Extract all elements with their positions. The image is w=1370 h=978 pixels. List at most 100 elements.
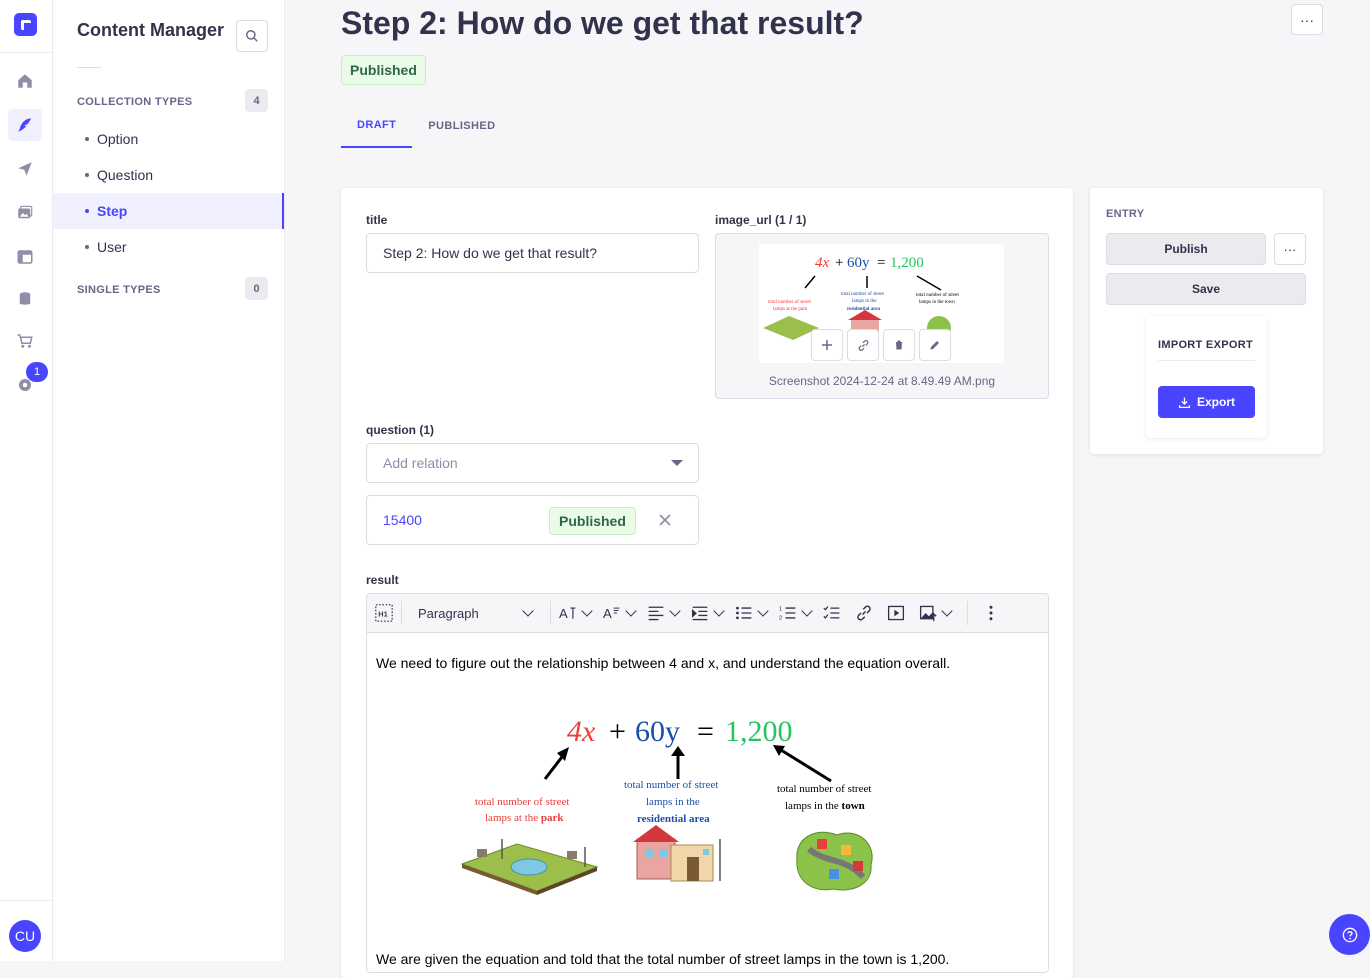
help-button[interactable] <box>1329 914 1370 955</box>
svg-text:lamps in the: lamps in the <box>852 299 877 304</box>
page-title: Step 2: How do we get that result? <box>341 5 864 41</box>
delete-asset-button[interactable] <box>883 329 915 361</box>
content-manager-subnav: Content Manager COLLECTION TYPES 4 Optio… <box>53 0 285 961</box>
image-filename: Screenshot 2024-12-24 at 8.49.49 AM.png <box>768 374 996 388</box>
download-icon <box>1178 397 1191 408</box>
image-actions <box>811 329 951 361</box>
block-type-select[interactable]: Paragraph <box>406 594 546 633</box>
numbered-list-button[interactable]: 12 <box>775 594 819 633</box>
add-relation-select[interactable]: Add relation <box>366 443 699 483</box>
editor-toolbar: H1 Paragraph A A 12 <box>367 594 1048 633</box>
chevron-down-icon <box>713 605 725 617</box>
block-type-value: Paragraph <box>418 605 479 621</box>
strapi-logo[interactable] <box>14 13 37 36</box>
result-field-label: result <box>366 573 399 587</box>
park-label-line2: lamps at the park <box>485 812 564 824</box>
export-button[interactable]: Export <box>1158 386 1255 418</box>
equation-term-4x: 4x <box>567 715 596 748</box>
toolbar-divider <box>401 601 402 625</box>
chevron-down-icon <box>581 605 593 617</box>
add-asset-button[interactable] <box>811 329 843 361</box>
image-field-label: image_url (1 / 1) <box>715 213 807 227</box>
font-size-button[interactable]: A <box>555 594 599 633</box>
import-export-divider <box>1158 360 1255 361</box>
nav-item-question[interactable]: Question <box>53 157 284 193</box>
svg-text:A: A <box>603 606 612 621</box>
edit-asset-button[interactable] <box>919 329 951 361</box>
align-button[interactable] <box>643 594 687 633</box>
heading-toggle-button[interactable]: H1 <box>367 594 397 633</box>
nav-item-label: Question <box>97 167 154 183</box>
insert-link-button[interactable] <box>845 594 877 633</box>
subnav-divider <box>77 67 101 68</box>
editor-paragraph[interactable]: We are given the equation and told that … <box>376 951 949 967</box>
subnav-search-button[interactable] <box>236 20 268 52</box>
rail-divider <box>0 52 53 53</box>
relation-item: 15400 Published <box>366 495 699 545</box>
svg-text:lamps in the town: lamps in the town <box>919 300 955 305</box>
home-icon[interactable] <box>8 65 42 97</box>
bullet-list-button[interactable] <box>731 594 775 633</box>
nav-item-step[interactable]: Step <box>53 193 284 229</box>
caret-down-icon[interactable] <box>671 460 683 466</box>
search-icon <box>246 30 258 42</box>
bullet-icon <box>85 209 89 213</box>
video-icon <box>887 605 905 621</box>
nav-item-label: Step <box>97 203 128 219</box>
single-types-heading[interactable]: SINGLE TYPES <box>77 284 161 296</box>
image-upload-icon <box>919 605 937 622</box>
header-more-button[interactable]: ··· <box>1291 4 1323 35</box>
residential-arrow <box>671 746 685 779</box>
toolbar-divider <box>550 601 551 625</box>
svg-text:total number of street: total number of street <box>916 293 960 298</box>
publish-button[interactable]: Publish <box>1106 233 1266 265</box>
svg-text:H1: H1 <box>378 609 387 618</box>
checklist-button[interactable] <box>819 594 845 633</box>
checklist-icon <box>823 606 840 619</box>
editor-paragraph[interactable]: We need to figure out the relationship b… <box>376 655 950 671</box>
layout-icon[interactable] <box>8 241 42 273</box>
equation-equals: = <box>697 715 714 748</box>
plus-icon <box>822 340 832 350</box>
cart-icon[interactable] <box>8 325 42 357</box>
residential-label-line1: total number of street <box>624 779 718 791</box>
close-icon[interactable] <box>657 512 673 528</box>
svg-text:=: = <box>877 255 885 271</box>
collection-types-heading[interactable]: COLLECTION TYPES <box>77 96 192 108</box>
indent-button[interactable] <box>687 594 731 633</box>
equation-total: 1,200 <box>725 715 793 748</box>
text-size-icon: A <box>559 606 576 621</box>
database-icon[interactable] <box>8 283 42 315</box>
rich-text-editor: H1 Paragraph A A 12 We need to figure ou… <box>366 593 1049 973</box>
user-avatar[interactable]: CU <box>9 920 41 952</box>
tab-published[interactable]: PUBLISHED <box>412 104 511 148</box>
svg-text:A: A <box>559 606 568 621</box>
relation-link[interactable]: 15400 <box>383 512 422 528</box>
send-icon[interactable] <box>8 153 42 185</box>
toolbar-divider <box>967 601 968 625</box>
nav-item-user[interactable]: User <box>53 229 284 265</box>
kebab-icon <box>989 605 993 621</box>
nav-item-option[interactable]: Option <box>53 121 284 157</box>
residential-illustration <box>633 825 721 882</box>
title-input[interactable]: Step 2: How do we get that result? <box>366 233 699 273</box>
chevron-down-icon <box>801 605 813 617</box>
pencil-icon <box>930 341 939 350</box>
insert-image-button[interactable] <box>909 594 959 633</box>
numbered-list-icon: 12 <box>779 607 796 622</box>
media-library-icon[interactable] <box>8 197 42 229</box>
more-options-button[interactable] <box>972 594 1004 633</box>
trash-icon <box>895 340 903 350</box>
entry-more-button[interactable]: ··· <box>1274 233 1306 265</box>
help-icon <box>1342 927 1357 942</box>
tab-draft[interactable]: DRAFT <box>341 104 413 148</box>
save-button[interactable]: Save <box>1106 273 1306 305</box>
content-manager-icon[interactable] <box>8 109 42 141</box>
svg-text:total number of street: total number of street <box>768 300 812 305</box>
svg-text:4x: 4x <box>815 255 830 271</box>
copy-link-button[interactable] <box>847 329 879 361</box>
svg-text:1,200: 1,200 <box>890 255 924 271</box>
font-style-button[interactable]: A <box>599 594 643 633</box>
insert-video-button[interactable] <box>877 594 909 633</box>
town-illustration <box>796 831 873 891</box>
